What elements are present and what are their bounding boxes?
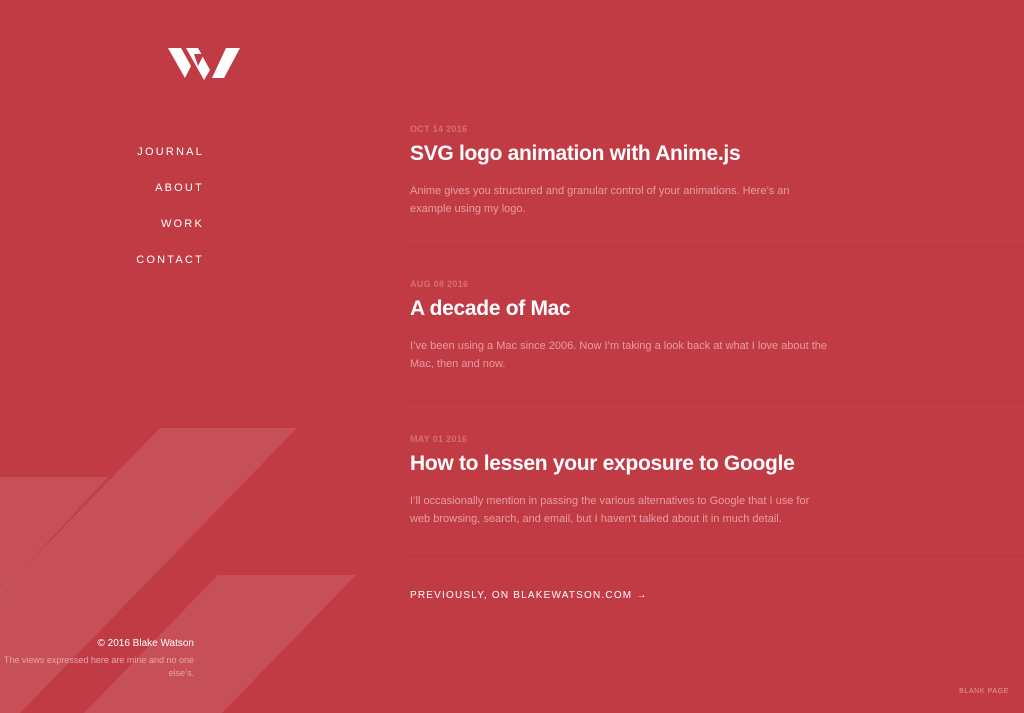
nav-item-contact[interactable]: CONTACT bbox=[0, 254, 204, 290]
post-date: AUG 08 2016 bbox=[410, 279, 469, 289]
post-date: OCT 14 2016 bbox=[410, 124, 468, 134]
previously-link[interactable]: PREVIOUSLY, ON BLAKEWATSON.COM → bbox=[410, 590, 648, 601]
post-divider bbox=[408, 556, 1024, 557]
post-divider bbox=[408, 401, 1024, 402]
post-title-link[interactable]: How to lessen your exposure to Google bbox=[410, 452, 795, 476]
post-title-link[interactable]: A decade of Mac bbox=[410, 297, 571, 321]
post-item: OCT 14 2016 SVG logo animation with Anim… bbox=[408, 124, 1024, 279]
post-divider bbox=[408, 246, 1024, 247]
post-list: OCT 14 2016 SVG logo animation with Anim… bbox=[408, 124, 1024, 589]
post-item: MAY 01 2016 How to lessen your exposure … bbox=[408, 434, 1024, 589]
disclaimer-text: The views expressed here are mine and no… bbox=[3, 655, 194, 678]
post-excerpt: I’ll occasionally mention in passing the… bbox=[410, 495, 810, 525]
bw-logo-icon[interactable] bbox=[168, 48, 240, 80]
copyright-text: © 2016 Blake Watson bbox=[97, 638, 195, 649]
sidebar-footer: © 2016 Blake Watson The views expressed … bbox=[0, 638, 194, 680]
nav-item-about[interactable]: ABOUT bbox=[0, 182, 204, 218]
post-excerpt: I’ve been using a Mac since 2006. Now I’… bbox=[410, 340, 828, 370]
post-excerpt: Anime gives you structured and granular … bbox=[410, 185, 790, 215]
nav-item-work[interactable]: WORK bbox=[0, 218, 204, 254]
post-date: MAY 01 2016 bbox=[410, 434, 468, 444]
main-nav: JOURNAL ABOUT WORK CONTACT bbox=[0, 146, 204, 290]
post-title-link[interactable]: SVG logo animation with Anime.js bbox=[410, 142, 741, 166]
post-item: AUG 08 2016 A decade of Mac I’ve been us… bbox=[408, 279, 1024, 434]
nav-item-journal[interactable]: JOURNAL bbox=[0, 146, 204, 182]
blank-page-link[interactable]: BLANK PAGE bbox=[959, 688, 1009, 695]
